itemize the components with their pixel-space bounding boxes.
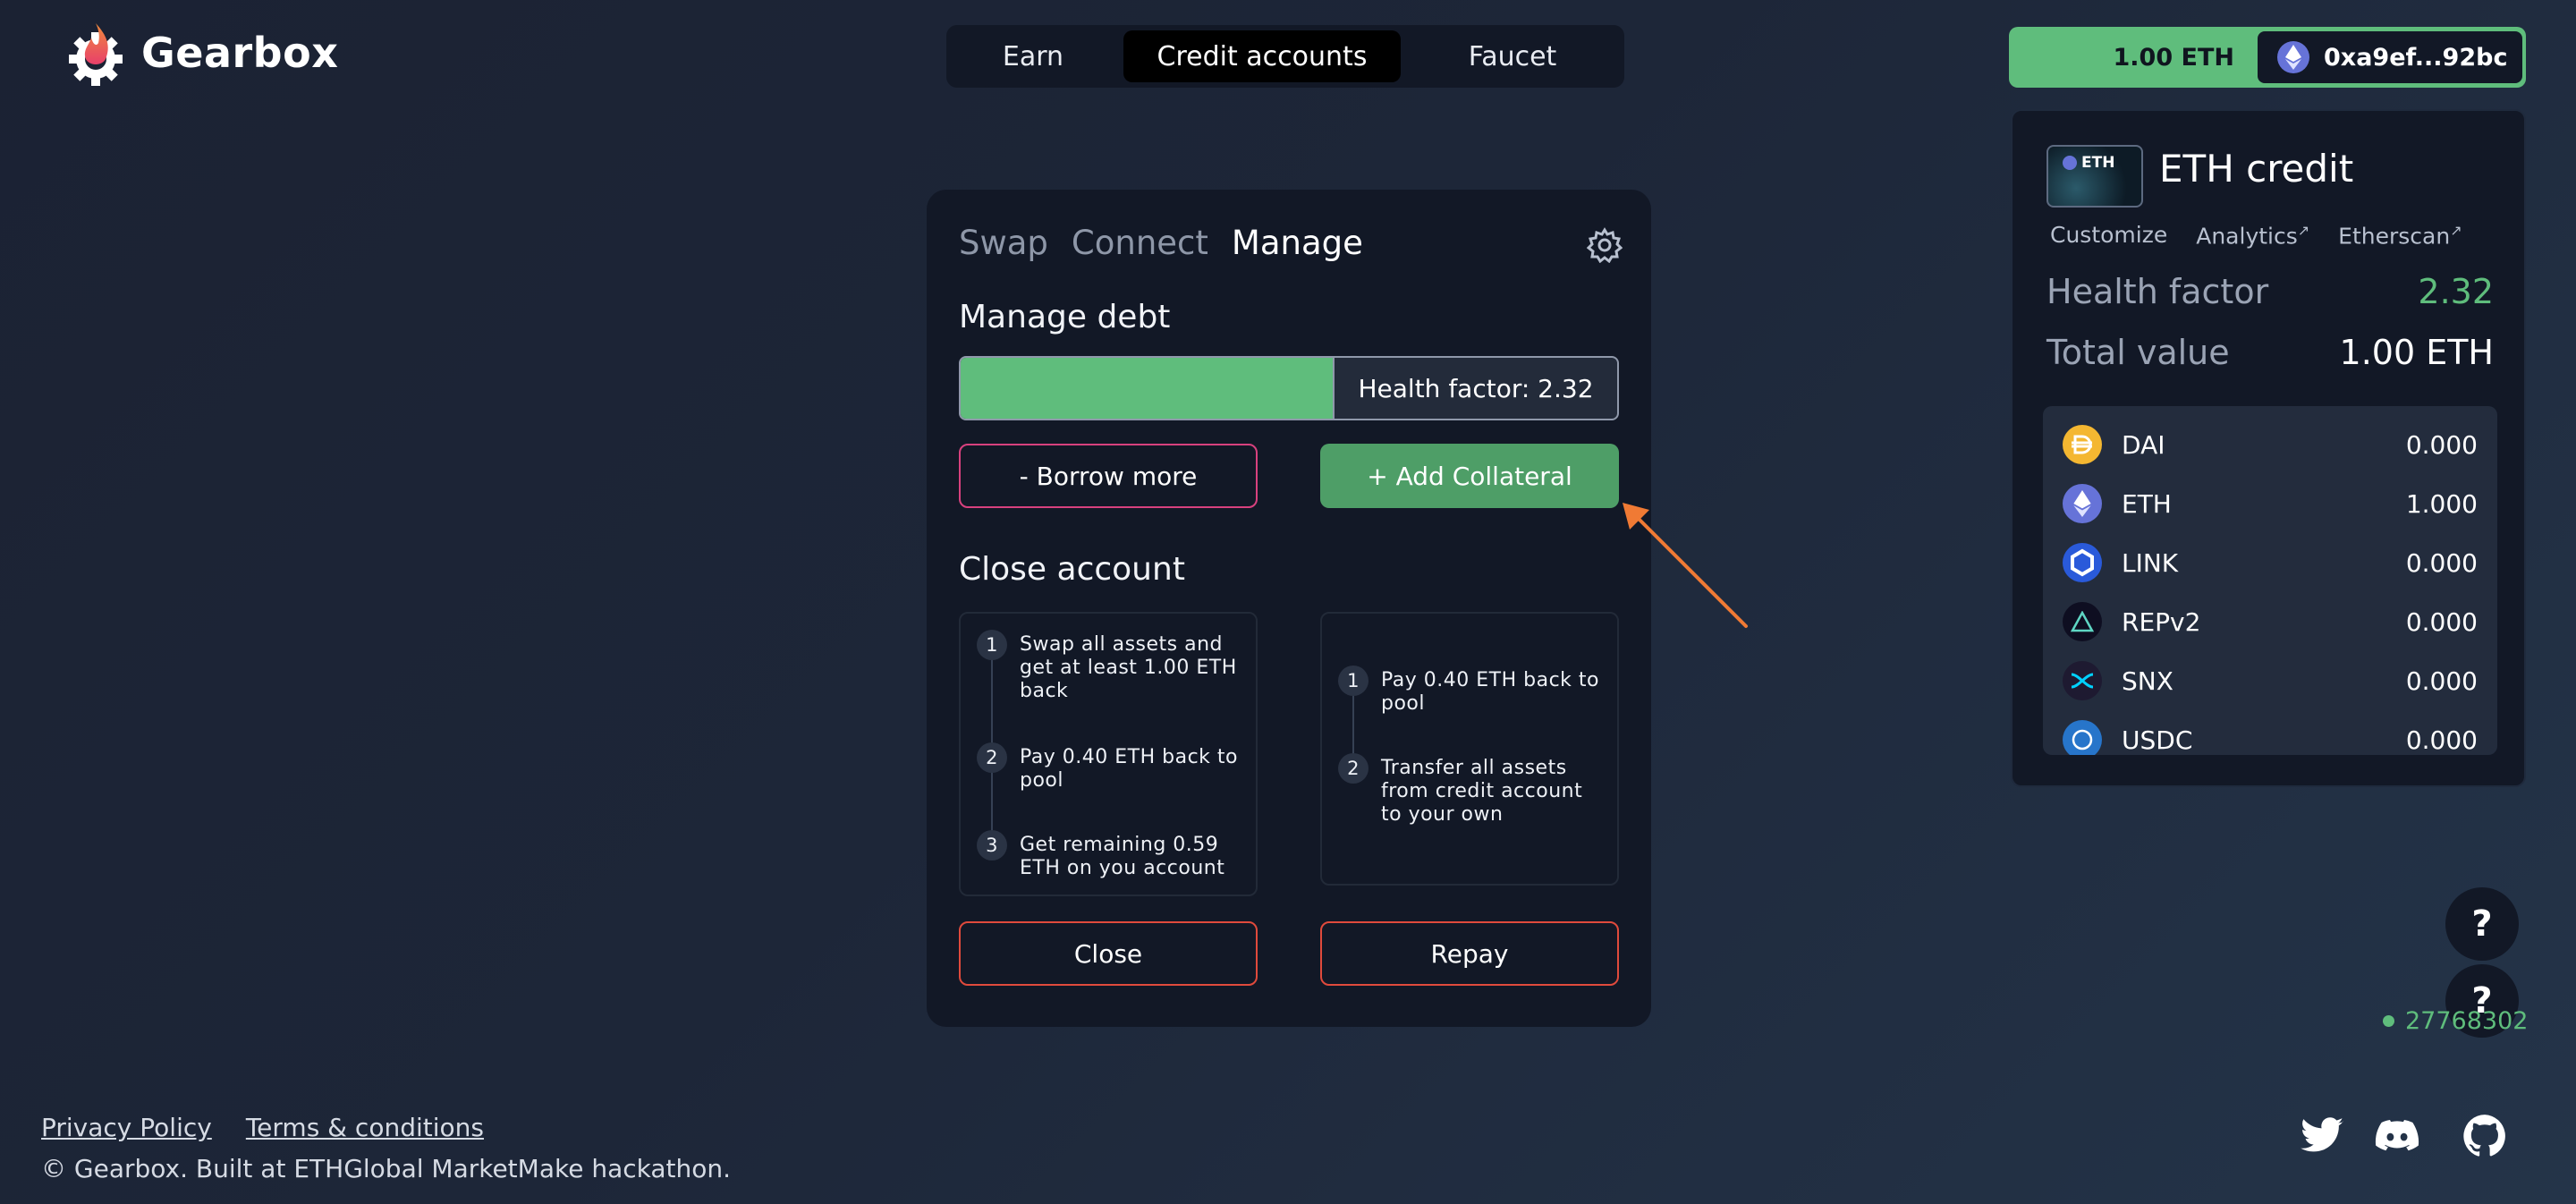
credit-account-card: ETH ETH credit Customize Analytics↗ Ethe… bbox=[2011, 109, 2526, 787]
asset-row-dai: DAI 0.000 bbox=[2063, 422, 2478, 467]
link-icon bbox=[2063, 543, 2102, 582]
manage-debt-title: Manage debt bbox=[959, 299, 1171, 335]
step-number: 1 bbox=[977, 630, 1007, 660]
discord-icon[interactable] bbox=[2374, 1113, 2420, 1159]
thumbnail-label: ETH bbox=[2081, 154, 2115, 172]
brand-name: Gearbox bbox=[141, 29, 339, 77]
repay-step-1: 1 Pay 0.40 ETH back to pool bbox=[1338, 666, 1605, 716]
asset-row-usdc: USDC 0.000 bbox=[2063, 717, 2478, 755]
tab-swap[interactable]: Swap bbox=[959, 224, 1048, 262]
step-number: 3 bbox=[977, 830, 1007, 861]
nav-earn[interactable]: Earn bbox=[952, 30, 1114, 82]
brand-logo[interactable]: Gearbox bbox=[66, 20, 338, 86]
health-factor-label: Health factor: 2.32 bbox=[1333, 358, 1617, 419]
repay-step-2: 2 Transfer all assets from credit accoun… bbox=[1338, 753, 1605, 827]
twitter-icon[interactable] bbox=[2299, 1113, 2345, 1159]
step-number: 2 bbox=[1338, 753, 1368, 784]
copyright-text: © Gearbox. Built at ETHGlobal MarketMake… bbox=[41, 1154, 731, 1183]
close-account-title: Close account bbox=[959, 551, 1185, 588]
external-link-icon: ↗ bbox=[2450, 222, 2462, 239]
gearbox-logo-icon bbox=[69, 23, 123, 86]
asset-list[interactable]: DAI 0.000 ETH 1.000 LINK 0.000 REPv2 0.0… bbox=[2043, 406, 2497, 755]
customize-link[interactable]: Customize bbox=[2050, 222, 2167, 249]
status-dot-icon bbox=[2383, 1015, 2394, 1027]
snx-icon bbox=[2063, 661, 2102, 700]
tab-manage[interactable]: Manage bbox=[1232, 224, 1363, 262]
asset-row-eth: ETH 1.000 bbox=[2063, 481, 2478, 526]
close-steps-card: 1 Swap all assets and get at least 1.00 … bbox=[959, 612, 1258, 896]
privacy-policy-link[interactable]: Privacy Policy bbox=[41, 1113, 212, 1142]
nav-credit-accounts[interactable]: Credit accounts bbox=[1123, 30, 1401, 82]
health-factor-row: Health factor 2.32 bbox=[2046, 272, 2494, 311]
wallet-address-button[interactable]: 0xa9ef...92bc bbox=[2258, 31, 2522, 83]
block-number: 27768302 bbox=[2405, 1007, 2529, 1035]
wallet-widget[interactable]: 1.00 ETH 0xa9ef...92bc bbox=[2009, 27, 2526, 88]
health-factor-bar: Health factor: 2.32 bbox=[959, 356, 1619, 420]
total-value: 1.00 ETH bbox=[2339, 333, 2494, 372]
nav-faucet[interactable]: Faucet bbox=[1410, 30, 1615, 82]
health-factor-value: 2.32 bbox=[2418, 272, 2494, 311]
add-collateral-button[interactable]: + Add Collateral bbox=[1320, 444, 1619, 508]
terms-link[interactable]: Terms & conditions bbox=[246, 1113, 484, 1142]
tab-connect[interactable]: Connect bbox=[1072, 224, 1208, 262]
close-step-1: 1 Swap all assets and get at least 1.00 … bbox=[977, 630, 1243, 703]
usdc-icon bbox=[2063, 720, 2102, 755]
rep-icon bbox=[2063, 602, 2102, 641]
total-value-row: Total value 1.00 ETH bbox=[2046, 333, 2494, 372]
credit-links: Customize Analytics↗ Etherscan↗ bbox=[2050, 222, 2462, 249]
close-step-2: 2 Pay 0.40 ETH back to pool bbox=[977, 742, 1243, 793]
footer-links: Privacy Policy Terms & conditions bbox=[41, 1113, 484, 1142]
health-factor-fill bbox=[961, 358, 1335, 419]
borrow-more-button[interactable]: - Borrow more bbox=[959, 444, 1258, 508]
settings-gear-icon[interactable] bbox=[1587, 227, 1623, 263]
wallet-address: 0xa9ef...92bc bbox=[2324, 43, 2508, 72]
analytics-link[interactable]: Analytics↗ bbox=[2196, 222, 2309, 249]
wallet-balance: 1.00 ETH bbox=[2113, 43, 2234, 72]
close-button[interactable]: Close bbox=[959, 921, 1258, 986]
asset-row-repv2: REPv2 0.000 bbox=[2063, 599, 2478, 644]
step-number: 1 bbox=[1338, 666, 1368, 696]
external-link-icon: ↗ bbox=[2297, 222, 2310, 239]
github-icon[interactable] bbox=[2462, 1113, 2508, 1159]
eth-icon bbox=[2277, 41, 2309, 73]
block-number-indicator: 27768302 bbox=[2383, 1007, 2528, 1035]
eth-icon bbox=[2063, 156, 2077, 170]
repay-steps-card: 1 Pay 0.40 ETH back to pool 2 Transfer a… bbox=[1320, 612, 1619, 886]
close-step-3: 3 Get remaining 0.59 ETH on you account bbox=[977, 830, 1243, 880]
help-button[interactable]: ? bbox=[2445, 887, 2519, 961]
step-number: 2 bbox=[977, 742, 1007, 773]
asset-row-snx: SNX 0.000 bbox=[2063, 658, 2478, 703]
asset-row-link: LINK 0.000 bbox=[2063, 540, 2478, 585]
dai-icon bbox=[2063, 425, 2102, 464]
etherscan-link[interactable]: Etherscan↗ bbox=[2338, 222, 2462, 249]
credit-title: ETH credit bbox=[2159, 147, 2354, 191]
eth-icon bbox=[2063, 484, 2102, 523]
panel-tabs: Swap Connect Manage bbox=[959, 224, 1363, 262]
credit-thumbnail: ETH bbox=[2046, 145, 2143, 208]
repay-button[interactable]: Repay bbox=[1320, 921, 1619, 986]
manage-panel: Swap Connect Manage Manage debt Health f… bbox=[927, 190, 1651, 1027]
annotation-arrow-icon bbox=[1623, 503, 1748, 628]
main-nav: Earn Credit accounts Faucet bbox=[946, 25, 1624, 88]
